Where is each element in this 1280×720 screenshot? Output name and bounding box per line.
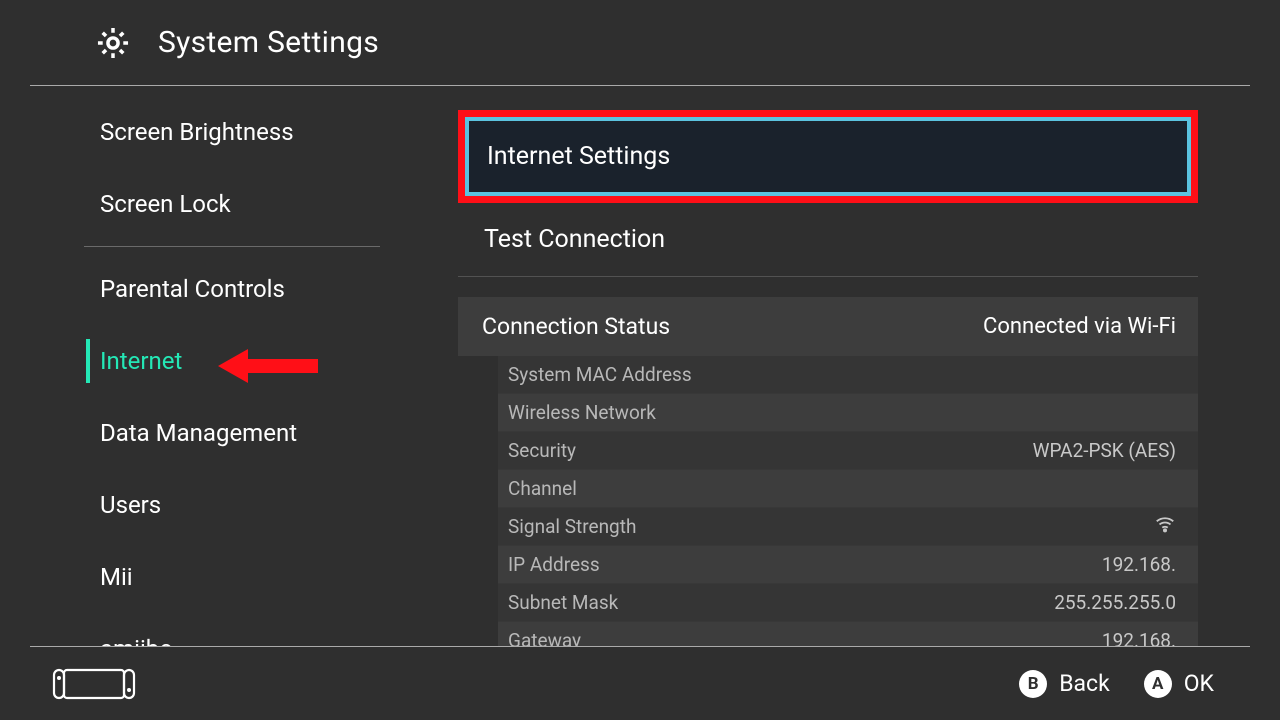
back-button[interactable]: B Back	[1019, 670, 1110, 698]
connection-detail-row: Signal Strength	[498, 508, 1198, 546]
settings-detail-panel: Internet Settings Test Connection Connec…	[408, 86, 1250, 646]
sidebar-item-users[interactable]: Users	[30, 469, 408, 541]
option-internet-settings-highlight: Internet Settings	[458, 110, 1198, 203]
detail-value: 192.168.	[1102, 629, 1176, 646]
option-test-connection[interactable]: Test Connection	[458, 203, 1198, 277]
gear-icon	[94, 24, 132, 62]
connection-detail-row: Gateway 192.168.	[498, 622, 1198, 646]
sidebar-item-screen-brightness[interactable]: Screen Brightness	[30, 96, 408, 168]
ok-button-label: OK	[1184, 670, 1214, 697]
sidebar-item-internet[interactable]: Internet	[30, 325, 408, 397]
connection-status-label: Connection Status	[482, 313, 670, 340]
connection-detail-row: IP Address 192.168.	[498, 546, 1198, 584]
connection-detail-row: Wireless Network	[498, 394, 1198, 432]
sidebar-item-parental-controls[interactable]: Parental Controls	[30, 253, 408, 325]
detail-key: Wireless Network	[508, 401, 656, 424]
sidebar-item-amiibo[interactable]: amiibo	[30, 613, 408, 646]
sidebar-item-mii[interactable]: Mii	[30, 541, 408, 613]
connection-status-value: Connected via Wi-Fi	[983, 314, 1176, 339]
connection-details-table: System MAC Address Wireless Network Securi…	[498, 356, 1198, 646]
detail-key: Channel	[508, 477, 577, 500]
sidebar-item-data-management[interactable]: Data Management	[30, 397, 408, 469]
sidebar-divider	[84, 246, 380, 247]
detail-value: WPA2-PSK (AES)	[1033, 439, 1176, 462]
detail-key: IP Address	[508, 553, 600, 576]
detail-key: Signal Strength	[508, 515, 636, 538]
a-button-icon: A	[1144, 670, 1172, 698]
b-button-icon: B	[1019, 670, 1047, 698]
connection-detail-row: Subnet Mask 255.255.255.0	[498, 584, 1198, 622]
connection-detail-row: System MAC Address	[498, 356, 1198, 394]
connection-detail-row: Channel	[498, 470, 1198, 508]
sidebar-item-screen-lock[interactable]: Screen Lock	[30, 168, 408, 240]
detail-key: Gateway	[508, 629, 581, 646]
back-button-label: Back	[1059, 670, 1110, 697]
connection-status-header: Connection Status Connected via Wi-Fi	[458, 297, 1198, 356]
detail-key: Security	[508, 439, 576, 462]
wifi-icon	[1154, 517, 1176, 540]
controller-icon	[52, 667, 136, 701]
detail-value: 192.168.	[1102, 553, 1176, 576]
option-internet-settings[interactable]: Internet Settings	[465, 117, 1191, 196]
detail-key: System MAC Address	[508, 363, 692, 386]
page-title: System Settings	[158, 25, 379, 60]
connection-detail-row: Security WPA2-PSK (AES)	[498, 432, 1198, 470]
detail-key: Subnet Mask	[508, 591, 618, 614]
ok-button[interactable]: A OK	[1144, 670, 1214, 698]
detail-value	[1154, 513, 1176, 540]
detail-value: 255.255.255.0	[1054, 591, 1176, 614]
header: System Settings	[30, 0, 1250, 86]
footer-bar: B Back A OK	[30, 646, 1250, 720]
settings-sidebar: Screen Brightness Screen Lock Parental C…	[30, 86, 408, 646]
